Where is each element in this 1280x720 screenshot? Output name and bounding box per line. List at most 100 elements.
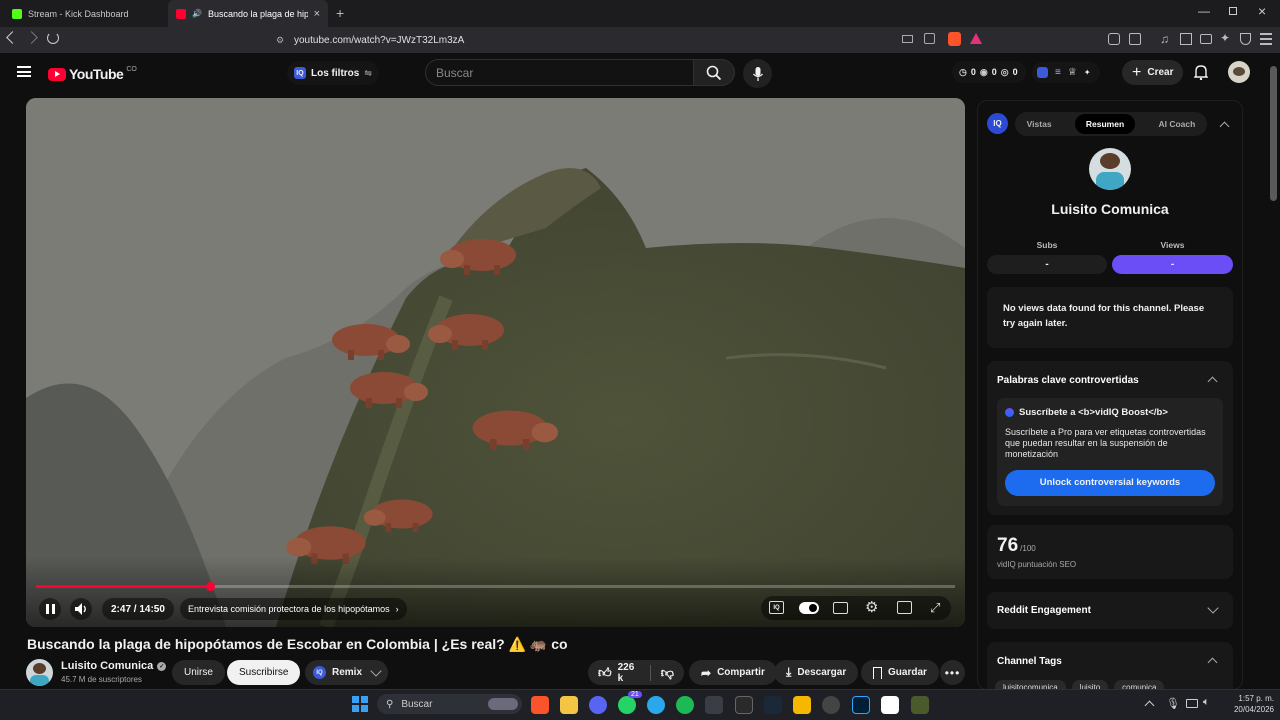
screenshot-icon[interactable] [1129, 33, 1141, 45]
hippo-image [440, 239, 516, 275]
subtitles-icon[interactable] [833, 602, 848, 614]
download-button[interactable]: ⤓ Descargar [774, 660, 859, 685]
wallet-icon[interactable] [1200, 34, 1212, 44]
stat-value: 0 [991, 67, 997, 77]
clock-time: 1:57 p. m. [1238, 694, 1274, 703]
remix-button[interactable]: IQ Remix [305, 660, 389, 685]
tab-youtube[interactable]: 🔊 Buscando la plaga de hipopó × [168, 0, 328, 27]
views-label: Views [1160, 240, 1185, 250]
tab-resumen[interactable]: Resumen [1074, 114, 1136, 134]
create-button[interactable]: + Crear [1122, 60, 1184, 85]
unlock-keywords-button[interactable]: Unlock controversial keywords [1005, 470, 1215, 496]
brave-browser-icon[interactable] [531, 696, 549, 714]
site-settings-icon[interactable]: ⚙ [276, 35, 284, 46]
discord-icon[interactable] [589, 696, 607, 714]
channel-name[interactable]: Luisito Comunica ✓ [61, 660, 167, 672]
tab-vistas[interactable]: Vistas [1027, 119, 1052, 129]
filters-button[interactable]: IQ Los filtros ⇋ [287, 61, 379, 85]
vidiq-stats-widget[interactable]: ◷ 0 ◉ 0 ◎ 0 [952, 61, 1026, 83]
store-icon[interactable] [705, 696, 723, 714]
views-toggle[interactable]: - [1112, 255, 1233, 274]
more-actions-icon[interactable]: ••• [940, 660, 965, 685]
like-icon[interactable]: 👍︎ [598, 665, 612, 681]
pause-button[interactable] [39, 598, 61, 620]
fullscreen-icon[interactable]: ⤢ [930, 600, 940, 616]
controversial-keywords-card: Palabras clave controvertidas Suscríbete… [987, 361, 1233, 515]
cast-icon[interactable] [902, 35, 913, 43]
file-explorer-icon[interactable] [560, 696, 578, 714]
youtube-logo[interactable]: YouTube CO [48, 66, 137, 82]
subs-value: - [1045, 259, 1049, 270]
like-count[interactable]: 226 k [618, 662, 640, 684]
app-icon[interactable] [911, 696, 929, 714]
reddit-engagement-card[interactable]: Reddit Engagement [987, 592, 1233, 629]
epic-games-icon[interactable] [735, 696, 753, 714]
taskbar-search[interactable]: ⚲ Buscar [377, 694, 522, 714]
notifications-button[interactable] [1194, 64, 1208, 80]
settings-gear-icon[interactable]: ⚙ [865, 598, 878, 616]
page-scrollbar[interactable] [1270, 66, 1277, 201]
youtube-play-logo-icon [48, 67, 66, 81]
close-tab-icon[interactable]: × [314, 8, 320, 20]
share-button[interactable]: ➦ Compartir [689, 660, 777, 685]
autoplay-toggle[interactable] [799, 602, 819, 614]
close-window-icon[interactable]: × [1258, 3, 1266, 19]
microphone-tray-icon[interactable]: 🎙︎ [1166, 697, 1180, 710]
clock[interactable]: 1:57 p. m. 20/04/2026 [1222, 693, 1274, 715]
search-input[interactable]: Buscar [425, 59, 694, 86]
network-icon[interactable] [1186, 699, 1198, 708]
download-label: Descargar [797, 667, 847, 678]
channel-avatar[interactable] [26, 659, 53, 686]
address-bar[interactable]: ⚙ youtube.com/watch?v=JWzT32Lm3zA [246, 29, 991, 51]
save-button[interactable]: Guardar [861, 660, 939, 685]
telegram-icon[interactable] [647, 696, 665, 714]
windows-start-icon[interactable] [352, 696, 368, 712]
progress-fill [36, 585, 211, 588]
reload-icon[interactable] [47, 32, 59, 44]
volume-tray-icon[interactable]: 🔈︎ [1203, 696, 1210, 709]
dislike-icon[interactable]: 👎︎ [661, 665, 674, 681]
vidiq-tools-widget[interactable]: ≡ ♕ ✦ [1032, 62, 1100, 83]
brave-shield-icon[interactable] [948, 32, 961, 46]
theater-mode-icon[interactable] [897, 601, 912, 614]
progress-track[interactable] [36, 585, 955, 588]
spotify-icon[interactable] [676, 696, 694, 714]
menu-icon[interactable] [1260, 33, 1272, 45]
chapter-button[interactable]: Entrevista comisión protectora de los hi… [180, 598, 407, 620]
vpn-shield-icon[interactable] [1240, 33, 1251, 45]
voice-search-button[interactable] [743, 59, 772, 88]
sidebar-icon[interactable] [1180, 33, 1192, 45]
speaker-icon: 🔊 [191, 9, 202, 18]
minimize-icon[interactable]: — [1198, 4, 1210, 18]
subs-toggle[interactable]: - [987, 255, 1107, 274]
riot-client-icon[interactable] [793, 696, 811, 714]
chevron-up-icon[interactable] [1207, 657, 1218, 668]
capcut-icon[interactable] [881, 696, 899, 714]
whatsapp-icon[interactable]: 21 [618, 691, 642, 714]
tab-ai-coach[interactable]: AI Coach [1158, 119, 1195, 129]
taskbar-search-placeholder: Buscar [401, 698, 433, 710]
music-icon[interactable]: ♫ [1160, 32, 1169, 46]
search-button[interactable] [693, 59, 735, 86]
tab-kick-dashboard[interactable]: Stream - Kick Dashboard [4, 0, 166, 27]
steam-icon[interactable] [764, 696, 782, 714]
subscribe-button[interactable]: Suscribirse [227, 660, 301, 685]
video-player[interactable]: 2:47 / 14:50 Entrevista comisión protect… [26, 98, 965, 627]
chevron-up-icon[interactable] [1207, 376, 1218, 387]
filters-label: Los filtros [311, 67, 360, 79]
brave-rewards-icon[interactable] [970, 33, 982, 44]
vidiq-player-icon[interactable]: IQ [769, 601, 784, 614]
tags-title: Channel Tags [997, 656, 1062, 667]
new-tab-icon[interactable]: + [336, 5, 344, 21]
maximize-icon[interactable] [1229, 7, 1237, 15]
hamburger-menu-icon[interactable] [17, 66, 31, 77]
share-page-icon[interactable] [924, 33, 935, 44]
photoshop-icon[interactable] [852, 696, 870, 714]
extensions-icon[interactable] [1108, 33, 1120, 45]
volume-button[interactable] [70, 598, 92, 620]
time-text: 2:47 / 14:50 [111, 603, 165, 615]
join-button[interactable]: Unirse [172, 660, 225, 685]
leo-ai-icon[interactable]: ✦ [1220, 31, 1230, 45]
user-avatar[interactable] [1228, 61, 1250, 83]
chatgpt-icon[interactable] [822, 696, 840, 714]
